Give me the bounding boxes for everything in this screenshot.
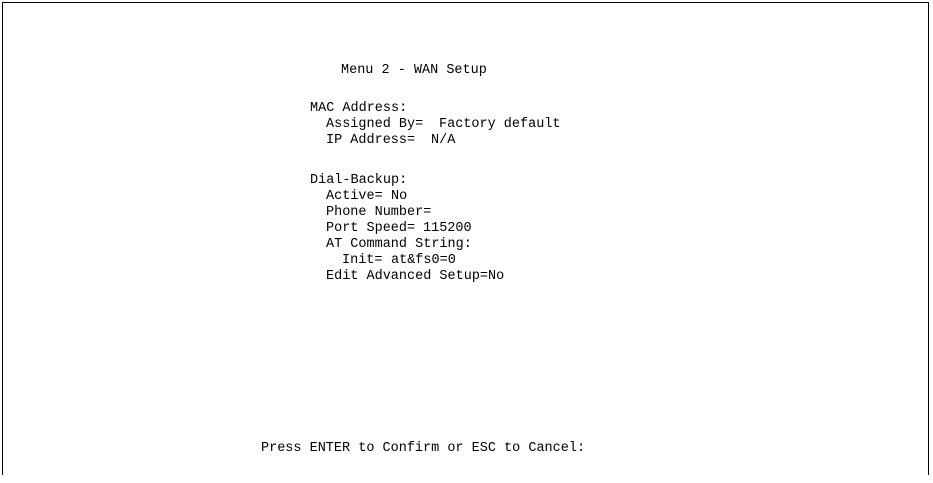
dial-backup-heading: Dial-Backup: [310, 173, 408, 188]
menu-title: Menu 2 - WAN Setup [341, 63, 487, 78]
port-speed-label: Port Speed= [326, 221, 416, 236]
assigned-by-field[interactable]: Factory default [439, 117, 561, 133]
phone-number-field[interactable] [439, 205, 519, 221]
init-field[interactable]: at&fs0=0 [391, 253, 456, 269]
confirm-prompt: Press ENTER to Confirm or ESC to Cancel: [261, 441, 586, 456]
ip-address-label: IP Address= [326, 133, 416, 148]
mac-address-heading: MAC Address: [310, 101, 408, 116]
edit-advanced-label: Edit Advanced Setup= [326, 269, 489, 284]
ip-address-field[interactable]: N/A [431, 133, 455, 149]
assigned-by-label: Assigned By= [326, 117, 424, 132]
edit-advanced-field[interactable]: No [488, 269, 504, 285]
init-label: Init= [342, 253, 383, 268]
active-label: Active= [326, 189, 383, 204]
phone-number-label: Phone Number= [326, 205, 432, 220]
at-command-heading: AT Command String: [326, 237, 472, 252]
terminal-screen: Menu 2 - WAN Setup MAC Address: Assigned… [2, 2, 929, 475]
port-speed-field[interactable]: 115200 [423, 221, 472, 237]
active-field[interactable]: No [391, 189, 407, 205]
